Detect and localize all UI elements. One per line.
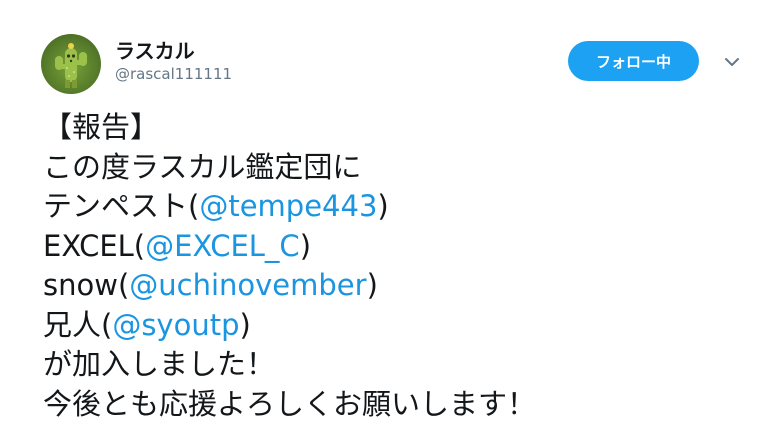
mention-link[interactable]: @uchinovember: [129, 268, 366, 302]
tweet-line: 今後とも応援よろしくお願いします！: [43, 386, 537, 421]
member-name: snow(: [43, 268, 130, 302]
mention-link[interactable]: @syoutp: [112, 308, 239, 342]
avatar[interactable]: [41, 34, 101, 94]
paren-close: ): [377, 189, 389, 223]
mention-link[interactable]: @tempe443: [199, 189, 377, 223]
chevron-down-icon[interactable]: [722, 54, 742, 68]
tweet-line: 兄人(@syoutp): [43, 306, 536, 346]
member-name: EXCEL(: [43, 228, 146, 263]
member-name: 兄人(: [43, 307, 113, 342]
tweet-line: この度ラスカル鑑定団に: [43, 149, 362, 184]
member-name: テンペスト(: [43, 189, 200, 223]
cactus-icon: [55, 43, 87, 88]
paren-close: ): [239, 307, 251, 342]
tweet-line: が加入しました！: [43, 347, 276, 381]
tweet-line: EXCEL(@EXCEL_C): [43, 227, 536, 267]
author-name[interactable]: ラスカル: [115, 35, 195, 64]
paren-close: ): [299, 228, 312, 263]
tweet-line: snow(@uchinovember): [43, 266, 536, 306]
following-button[interactable]: フォロー中: [568, 41, 699, 81]
paren-close: ): [366, 268, 378, 302]
tweet-line: 【報告】: [43, 110, 160, 144]
tweet-line: テンペスト(@tempe443): [43, 187, 536, 227]
tweet: ラスカル @rascal111111 フォロー中 【報告】 この度ラスカル鑑定団…: [0, 0, 781, 441]
mention-link[interactable]: @EXCEL_C: [145, 229, 300, 263]
author-handle[interactable]: @rascal111111: [115, 65, 232, 83]
tweet-text: 【報告】 この度ラスカル鑑定団に テンペスト(@tempe443) EXCEL(…: [43, 108, 536, 424]
